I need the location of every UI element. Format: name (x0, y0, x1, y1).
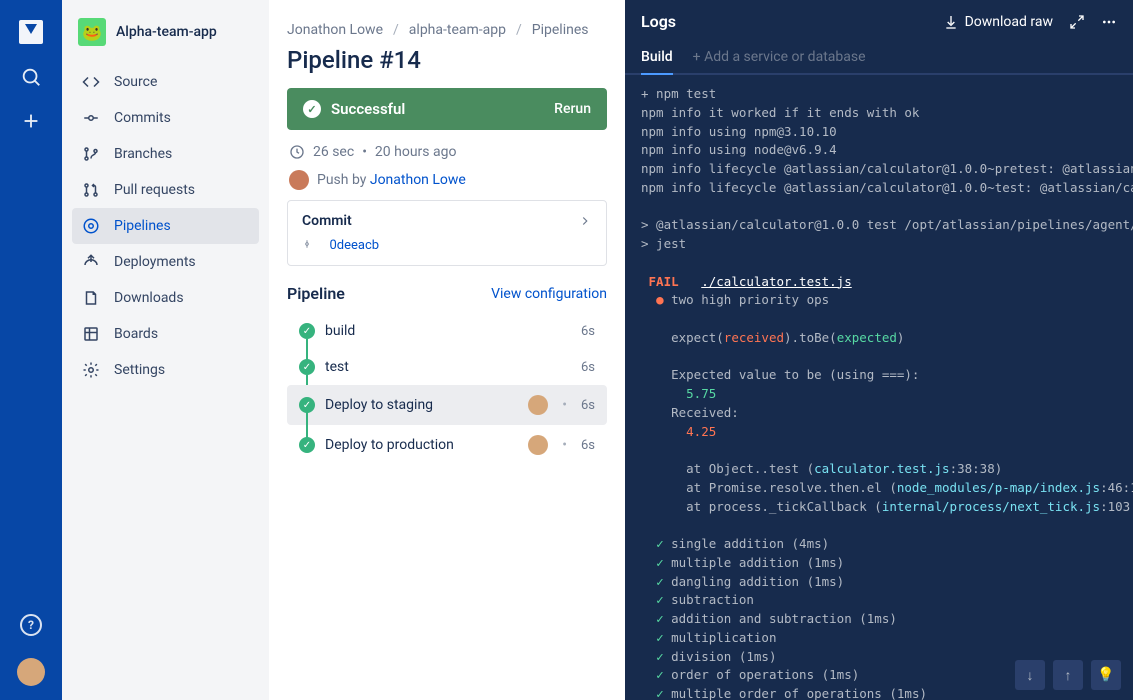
pipeline-heading: Pipeline (287, 284, 345, 303)
success-icon: ✓ (299, 323, 315, 339)
step-name: Deploy to staging (325, 397, 518, 413)
sidebar-item-branches[interactable]: Branches (72, 136, 259, 172)
author-avatar (289, 170, 309, 190)
pr-icon (82, 181, 100, 199)
logs-title: Logs (641, 12, 676, 31)
sidebar-item-label: Deployments (114, 254, 196, 270)
sidebar-item-label: Source (114, 74, 157, 90)
sidebar-item-downloads[interactable]: Downloads (72, 280, 259, 316)
step-time: 6s (581, 398, 595, 413)
pipeline-step[interactable]: ✓ build 6s (287, 313, 607, 349)
breadcrumb: Jonathon Lowe / alpha-team-app / Pipelin… (287, 22, 607, 38)
sidebar-item-boards[interactable]: Boards (72, 316, 259, 352)
step-avatar (528, 395, 548, 415)
step-name: build (325, 323, 571, 339)
commit-hash[interactable]: 0deeacb (329, 238, 379, 253)
commit-panel[interactable]: Commit 0deeacb (287, 200, 607, 266)
step-time: 6s (581, 324, 595, 339)
sidebar-item-pull-requests[interactable]: Pull requests (72, 172, 259, 208)
logs-panel: Logs Download raw Build + Add a service … (625, 0, 1133, 700)
expand-icon[interactable] (1069, 14, 1085, 30)
breadcrumb-item[interactable]: Pipelines (532, 22, 589, 38)
step-time: 6s (581, 438, 595, 453)
pipeline-step[interactable]: ✓Deploy to production•6s (287, 425, 607, 465)
pipeline-meta-time: 26 sec • 20 hours ago (289, 144, 605, 160)
sidebar-item-pipelines[interactable]: Pipelines (72, 208, 259, 244)
sidebar-item-label: Commits (114, 110, 171, 126)
pipeline-status-bar: ✓ Successful Rerun (287, 88, 607, 130)
settings-icon (82, 361, 100, 379)
logs-output[interactable]: + npm test npm info it worked if it ends… (625, 75, 1133, 700)
sidebar-item-commits[interactable]: Commits (72, 100, 259, 136)
clock-icon (289, 144, 305, 160)
board-icon (82, 325, 100, 343)
success-icon: ✓ (299, 397, 315, 413)
sidebar-item-label: Settings (114, 362, 165, 378)
scroll-down-button[interactable]: ↓ (1015, 660, 1045, 690)
success-icon: ✓ (299, 437, 315, 453)
branch-icon (82, 145, 100, 163)
page-title: Pipeline #14 (287, 46, 607, 74)
more-icon[interactable] (1101, 14, 1117, 30)
breadcrumb-item[interactable]: alpha-team-app (409, 22, 506, 38)
commit-heading: Commit (302, 213, 352, 229)
tab-build[interactable]: Build (641, 43, 673, 75)
rerun-button[interactable]: Rerun (554, 101, 591, 117)
pipeline-step[interactable]: ✓Deploy to staging•6s (287, 385, 607, 425)
pipeline-step[interactable]: ✓ test 6s (287, 349, 607, 385)
sidebar-item-deployments[interactable]: Deployments (72, 244, 259, 280)
download-icon (82, 289, 100, 307)
tab-add-service[interactable]: + Add a service or database (693, 43, 866, 73)
commit-icon (82, 109, 100, 127)
deploy-icon (82, 253, 100, 271)
lightbulb-button[interactable]: 💡 (1091, 660, 1121, 690)
sidebar-item-label: Pipelines (114, 218, 171, 234)
chevron-right-icon (578, 214, 592, 228)
step-name: Deploy to production (325, 437, 518, 453)
view-configuration-link[interactable]: View configuration (491, 286, 607, 302)
download-raw-button[interactable]: Download raw (943, 14, 1053, 30)
scroll-up-button[interactable]: ↑ (1053, 660, 1083, 690)
help-icon[interactable]: ? (20, 614, 42, 636)
step-time: 6s (581, 360, 595, 375)
search-icon[interactable] (20, 66, 42, 88)
step-name: test (325, 359, 571, 375)
main-content: Jonathon Lowe / alpha-team-app / Pipelin… (269, 0, 625, 700)
bitbucket-logo-icon[interactable] (19, 20, 43, 44)
project-header[interactable]: 🐸 Alpha-team-app (72, 18, 259, 64)
step-avatar (528, 435, 548, 455)
user-avatar[interactable] (17, 658, 45, 686)
global-nav-rail: ? (0, 0, 62, 700)
success-icon: ✓ (303, 100, 321, 118)
code-icon (82, 73, 100, 91)
sidebar-item-label: Downloads (114, 290, 184, 306)
sidebar-item-label: Pull requests (114, 182, 195, 198)
download-icon (943, 14, 959, 30)
logs-tabs: Build + Add a service or database (625, 43, 1133, 75)
success-icon: ✓ (299, 359, 315, 375)
status-label: Successful (331, 100, 405, 118)
breadcrumb-item[interactable]: Jonathon Lowe (287, 22, 383, 38)
pipeline-icon (82, 217, 100, 235)
commit-icon (302, 239, 312, 249)
add-icon[interactable] (20, 110, 42, 132)
project-icon: 🐸 (78, 18, 106, 46)
pipeline-steps-section: Pipeline View configuration ✓ build 6s ✓ tes… (287, 284, 607, 465)
sidebar-item-label: Branches (114, 146, 172, 162)
project-sidebar: 🐸 Alpha-team-app Source Commits Branches Pu… (62, 0, 269, 700)
sidebar-item-label: Boards (114, 326, 158, 342)
sidebar-item-source[interactable]: Source (72, 64, 259, 100)
sidebar-item-settings[interactable]: Settings (72, 352, 259, 388)
pipeline-meta-author: Push by Jonathon Lowe (289, 170, 605, 190)
author-link[interactable]: Jonathon Lowe (370, 172, 466, 188)
project-name: Alpha-team-app (116, 24, 217, 40)
